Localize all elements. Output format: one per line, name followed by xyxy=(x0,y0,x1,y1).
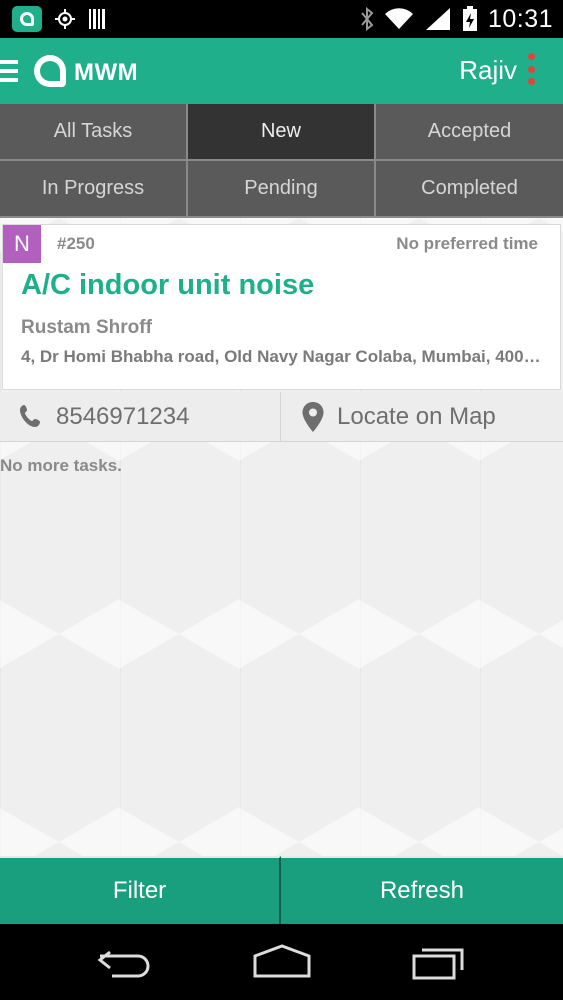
system-nav-bar xyxy=(0,924,563,1000)
overflow-menu-icon[interactable] xyxy=(527,53,535,85)
task-card[interactable]: N #250 No preferred time A/C indoor unit… xyxy=(2,224,561,390)
status-bar: 10:31 xyxy=(0,0,563,38)
list-end-message: No more tasks. xyxy=(0,456,122,475)
app-title: MWM xyxy=(74,59,139,86)
customer-name: Rustam Shroff xyxy=(21,317,152,338)
app-logo-icon xyxy=(34,55,66,87)
tab-in-progress[interactable]: In Progress xyxy=(0,161,188,218)
app-notification-icon xyxy=(12,6,42,32)
tab-accepted[interactable]: Accepted xyxy=(376,104,563,161)
task-id: #250 xyxy=(57,234,95,253)
tab-completed[interactable]: Completed xyxy=(376,161,563,218)
refresh-button[interactable]: Refresh xyxy=(281,856,563,924)
home-icon[interactable] xyxy=(252,944,312,980)
tab-pending[interactable]: Pending xyxy=(188,161,376,218)
task-title: A/C indoor unit noise xyxy=(21,269,315,301)
call-button[interactable]: 8546971234 xyxy=(0,392,281,442)
menu-icon[interactable] xyxy=(0,60,20,82)
customer-address: 4, Dr Homi Bhabha road, Old Navy Nagar C… xyxy=(21,347,541,366)
map-pin-icon xyxy=(302,402,324,432)
filter-button[interactable]: Filter xyxy=(0,856,281,924)
user-name[interactable]: Rajiv xyxy=(459,55,517,86)
phone-icon xyxy=(20,405,40,427)
gps-icon xyxy=(55,9,75,29)
task-actions: 8546971234 Locate on Map xyxy=(0,392,563,442)
barcode-icon xyxy=(89,9,105,29)
tab-new[interactable]: New xyxy=(188,104,376,161)
tab-all-tasks[interactable]: All Tasks xyxy=(0,104,188,161)
wifi-icon xyxy=(384,8,413,29)
phone-number: 8546971234 xyxy=(56,403,190,430)
recents-icon[interactable] xyxy=(412,944,468,980)
preferred-time: No preferred time xyxy=(396,234,538,253)
bluetooth-icon xyxy=(361,7,374,31)
bottom-action-bar: Filter Refresh xyxy=(0,856,563,924)
status-badge: N xyxy=(3,225,41,263)
status-tabs: All Tasks New Accepted In Progress Pendi… xyxy=(0,104,563,218)
signal-icon xyxy=(425,8,450,30)
locate-on-map-label: Locate on Map xyxy=(337,403,496,430)
battery-charging-icon xyxy=(462,6,477,31)
locate-on-map-button[interactable]: Locate on Map xyxy=(281,392,563,442)
task-list: N #250 No preferred time A/C indoor unit… xyxy=(0,218,563,856)
clock: 10:31 xyxy=(487,4,553,33)
back-icon[interactable] xyxy=(96,944,154,980)
app-bar: MWM Rajiv xyxy=(0,38,563,104)
